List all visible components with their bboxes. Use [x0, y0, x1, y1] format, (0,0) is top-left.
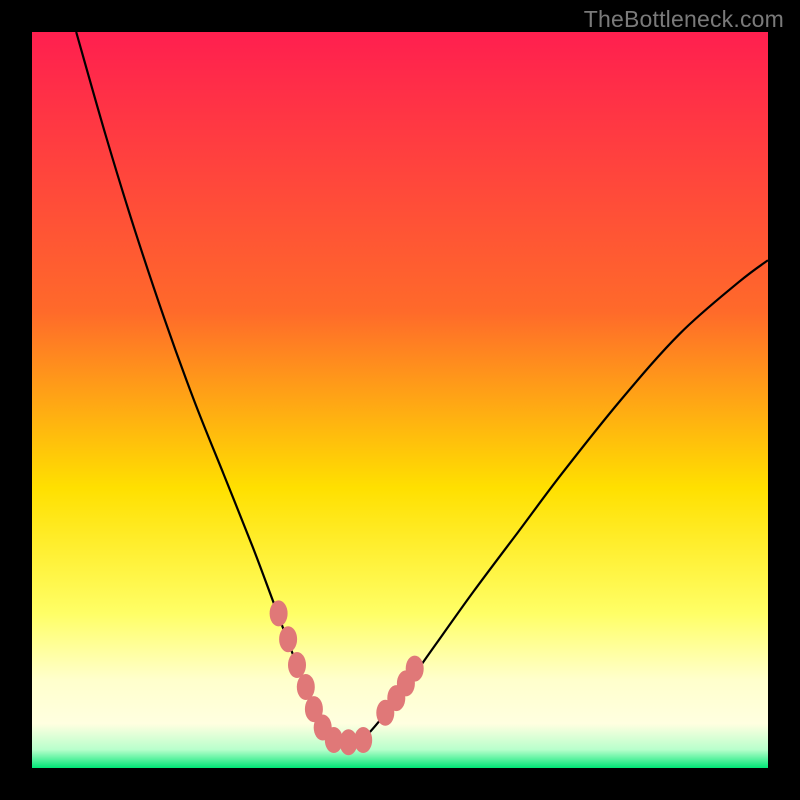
curve-marker: [270, 600, 288, 626]
curve-marker: [279, 626, 297, 652]
curve-marker: [354, 727, 372, 753]
watermark-text: TheBottleneck.com: [584, 6, 784, 33]
chart-frame: TheBottleneck.com: [0, 0, 800, 800]
plot-area: [32, 32, 768, 768]
bottleneck-curve: [32, 32, 768, 768]
curve-marker: [288, 652, 306, 678]
curve-marker: [297, 674, 315, 700]
curve-marker: [406, 656, 424, 682]
